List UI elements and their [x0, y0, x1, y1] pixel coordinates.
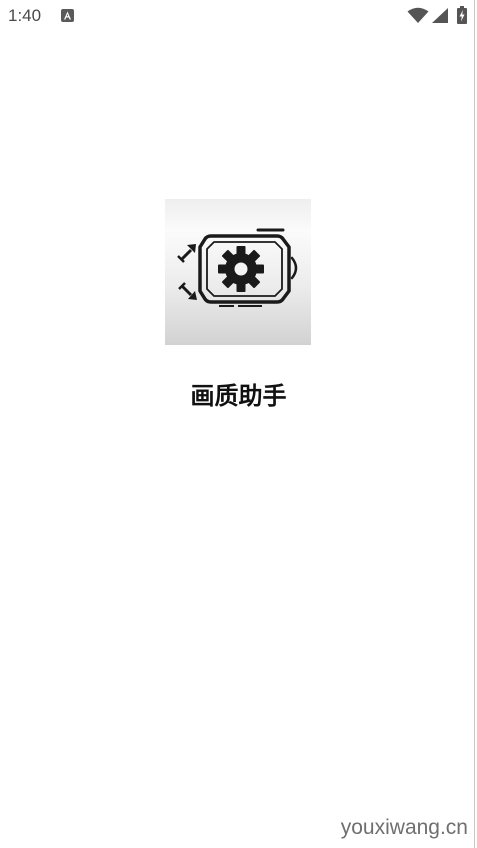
app-icon [165, 199, 311, 345]
wifi-icon [407, 7, 429, 23]
a-app-notification-icon [61, 9, 74, 22]
battery-charging-icon [457, 6, 467, 24]
cell-signal-icon [432, 8, 448, 23]
status-bar: 1:40 [0, 0, 474, 32]
screen-edge-divider [474, 0, 475, 848]
status-time: 1:40 [8, 6, 42, 25]
splash-screen: 1:40 画质助手 youxiwang.cn [0, 0, 477, 848]
gpu-settings-icon [177, 228, 298, 307]
app-name: 画质助手 [190, 383, 287, 410]
watermark: youxiwang.cn [340, 816, 468, 839]
